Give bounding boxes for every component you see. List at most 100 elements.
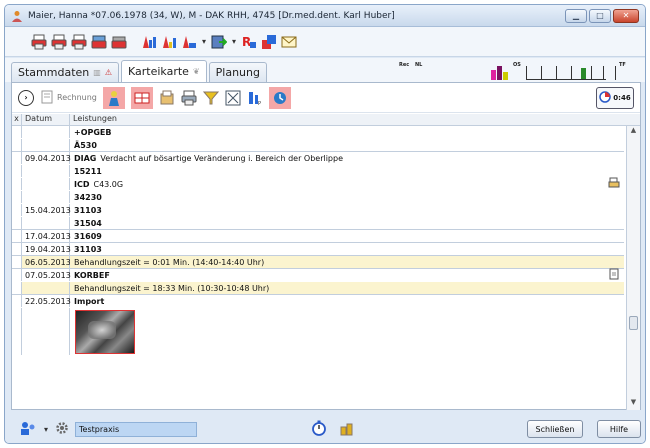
row-code: Ä530 [74, 140, 97, 150]
card-printer-icon[interactable] [91, 34, 107, 50]
clock-user-icon[interactable] [268, 86, 291, 109]
coins-icon[interactable] [339, 420, 355, 439]
chevron-down-icon[interactable]: ▾ [44, 425, 48, 434]
invoice-chart-icon[interactable] [141, 34, 157, 50]
row-code: 15211 [74, 166, 102, 176]
row-text: Verdacht auf bösartige Veränderung i. Be… [100, 153, 344, 163]
table-row[interactable]: 07.05.2013 KORBEF [12, 268, 624, 283]
row-code: ICD [74, 179, 90, 189]
status-label-os: OS [513, 62, 521, 68]
row-date: 15.04.2013 [22, 204, 71, 216]
table-row[interactable]: 15.04.2013 31103 [12, 204, 624, 217]
stack-icon[interactable] [261, 34, 277, 50]
export-icon[interactable] [211, 34, 228, 50]
bottom-bar: ▾ Testpraxis Schließen Hilfe [5, 413, 645, 443]
table-row[interactable]: Ä530 [12, 139, 624, 152]
main-toolbar: ▾ ▾ R [5, 27, 645, 57]
status-label-rec: Rec [399, 62, 410, 68]
table-row[interactable]: 19.04.2013 31103 [12, 243, 624, 256]
table-row[interactable]: 34230 [12, 191, 624, 204]
praxis-field[interactable]: Testpraxis [75, 421, 198, 437]
row-code: 31504 [74, 218, 102, 228]
flag-icon: ⚠ [104, 68, 112, 77]
help-button[interactable]: Hilfe [597, 420, 641, 438]
table-row-image[interactable] [12, 308, 624, 356]
table-row[interactable]: 06.05.2013 Behandlungszeit = 0:01 Min. (… [12, 256, 624, 269]
scroll-down-icon[interactable]: ▼ [627, 398, 640, 410]
tab-planung[interactable]: Planung [208, 62, 267, 82]
row-date: 22.05.2013 [22, 295, 71, 307]
table-row[interactable]: Behandlungszeit = 18:33 Min. (10:30-10:4… [12, 282, 624, 295]
column-header-x[interactable]: x [12, 114, 22, 125]
report-icon[interactable]: R [241, 34, 257, 50]
maximize-button[interactable]: □ [589, 8, 611, 23]
row-date: 19.04.2013 [22, 243, 71, 255]
minimize-button[interactable]: ▁ [565, 8, 587, 23]
row-code: DIAG [74, 153, 97, 163]
table-row[interactable]: 22.05.2013 Import [12, 295, 624, 308]
notes-icon: ▥ [93, 68, 101, 77]
table-row[interactable]: 15211 [12, 165, 624, 178]
tab-stammdaten[interactable]: Stammdaten ▥ ⚠ [11, 62, 119, 82]
row-date: 09.04.2013 [22, 152, 71, 164]
document-icon[interactable] [608, 268, 620, 283]
network-users-icon[interactable] [19, 420, 37, 439]
xray-view-icon[interactable] [225, 90, 241, 106]
chevron-down-icon[interactable]: ▾ [232, 37, 236, 46]
table-row[interactable]: +OPGEB [12, 126, 624, 139]
gear-icon[interactable] [55, 421, 69, 438]
invoice-chart-icon[interactable] [181, 34, 197, 50]
column-header-datum[interactable]: Datum [22, 114, 70, 125]
tab-label: Planung [215, 66, 260, 79]
row-code: +OPGEB [74, 127, 112, 137]
patient-figure-icon[interactable] [102, 86, 125, 109]
table-row[interactable]: 09.04.2013 DIAG Verdacht auf bösartige V… [12, 152, 624, 165]
status-bar-yellow [503, 72, 508, 80]
column-header-leistungen[interactable]: Leistungen [70, 114, 640, 125]
printer-red-icon[interactable] [51, 34, 67, 50]
invoice-doc-icon [40, 90, 54, 106]
printer-red-icon[interactable] [71, 34, 87, 50]
karteikarte-toolbar: › Rechnung P 0:46 [12, 83, 640, 113]
forward-icon[interactable]: › [18, 89, 34, 106]
status-bar-purple [497, 66, 502, 80]
karteikarte-panel: › Rechnung P 0:46 x Datum Leistungen +OP… [11, 82, 641, 410]
invoice-chart-icon[interactable] [161, 34, 177, 50]
stopwatch-icon[interactable] [311, 420, 327, 439]
mail-icon[interactable] [281, 34, 297, 50]
row-date: 17.04.2013 [22, 230, 71, 242]
rechnung-button[interactable]: Rechnung [40, 90, 97, 106]
row-date [22, 178, 70, 190]
fax-icon[interactable] [111, 34, 127, 50]
printer-doc-icon[interactable] [608, 177, 620, 192]
folder-print-icon[interactable] [159, 90, 175, 106]
tab-karteikarte[interactable]: Karteikarte ❦ [120, 60, 207, 82]
table-row[interactable]: ICD C43.0G [12, 177, 624, 192]
row-code: Import [74, 296, 105, 306]
xray-thumbnail[interactable] [75, 310, 135, 354]
tab-label: Stammdaten [18, 66, 90, 79]
status-bar-magenta [491, 70, 496, 80]
treatment-timer[interactable]: 0:46 [596, 86, 634, 109]
table-row[interactable]: 17.04.2013 31609 [12, 230, 624, 243]
row-date [22, 217, 70, 229]
title-bar: Maier, Hanna *07.06.1978 (34, W), M - DA… [5, 5, 645, 27]
printer-red-icon[interactable] [31, 34, 47, 50]
scroll-thumb[interactable] [629, 316, 638, 330]
table-grid-icon[interactable] [130, 86, 153, 109]
close-window-button[interactable]: ✕ [613, 8, 639, 23]
vertical-scrollbar[interactable]: ▲ ▼ [626, 126, 640, 410]
tooth-chart-icon[interactable]: P [247, 90, 263, 106]
filter-icon[interactable] [202, 90, 219, 106]
table-row[interactable]: 31504 [12, 217, 624, 230]
tab-bar: Stammdaten ▥ ⚠ Karteikarte ❦ Planung Rec… [5, 58, 645, 82]
stopwatch-icon [599, 90, 612, 105]
rechnung-label: Rechnung [57, 93, 97, 102]
row-date [22, 126, 70, 138]
printer-icon[interactable] [181, 90, 197, 106]
scroll-up-icon[interactable]: ▲ [627, 126, 640, 138]
row-text: Behandlungszeit = 0:01 Min. (14:40-14:40… [74, 257, 265, 267]
close-button[interactable]: Schließen [527, 420, 583, 438]
chevron-down-icon[interactable]: ▾ [202, 37, 206, 46]
svg-text:R: R [242, 35, 251, 49]
